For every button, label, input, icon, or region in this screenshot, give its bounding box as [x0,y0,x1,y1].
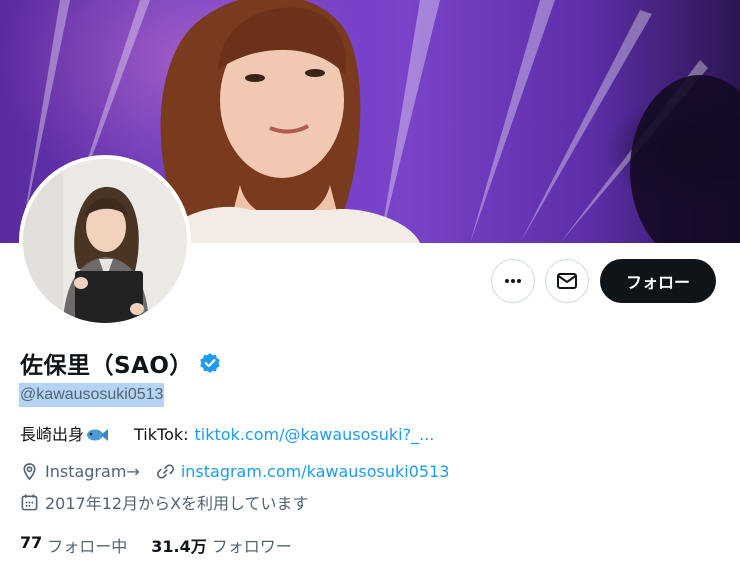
verified-badge-icon[interactable] [199,352,221,374]
profile-joined-row: 2017年12月からXを利用しています [20,490,309,514]
follow-button[interactable]: フォロー [600,259,716,303]
link-icon [156,464,174,479]
message-button[interactable] [545,259,589,303]
following-link[interactable]: 77 フォロー中 [20,533,127,557]
bio-tiktok-link[interactable]: tiktok.com/@kawausosuki?_... [195,424,435,446]
calendar-icon [21,493,38,510]
avatar-photo [23,159,187,323]
display-name: 佐保里（SAO） [20,353,193,379]
more-dots-icon [505,279,521,283]
bio-tiktok-label: TikTok: [134,425,189,444]
joined-date: 2017年12月からXを利用しています [45,494,309,513]
profile-meta-row: Instagram→ instagram.com/kawausosuki0513 [20,462,449,481]
profile-name-row: 佐保里（SAO） [20,346,221,380]
location-pin-icon [23,463,36,481]
profile-bio: 長崎出身 TikTok: tiktok.com/@kawausosuki?_..… [20,424,434,446]
more-button[interactable] [491,259,535,303]
bio-origin: 長崎出身 [20,425,85,444]
envelope-icon [557,273,577,289]
fish-emoji-icon [87,429,109,441]
following-count: 77 [20,533,43,552]
followers-count: 31.4万 [151,537,207,556]
website-link[interactable]: instagram.com/kawausosuki0513 [181,462,450,481]
followers-link[interactable]: 31.4万 フォロワー [151,533,292,557]
avatar[interactable] [19,155,191,327]
location-text: Instagram→ [45,462,140,481]
follow-stats: 77 フォロー中 31.4万 フォロワー [20,533,292,557]
following-label: フォロー中 [47,537,128,556]
username-handle: @kawausosuki0513 [19,383,165,407]
followers-label: フォロワー [211,537,292,556]
